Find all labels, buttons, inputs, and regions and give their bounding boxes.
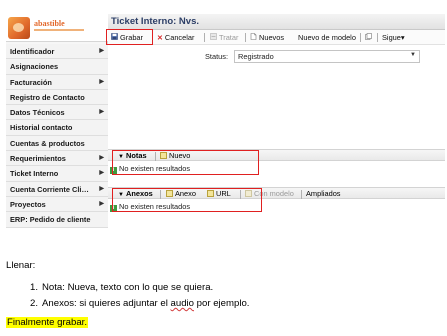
sidebar-item-erp-pedido-de-cliente[interactable]: ERP: Pedido de cliente (6, 212, 108, 228)
instruction-step: 1. Nota: Nueva, texto con lo que se quier… (30, 280, 249, 296)
sidebar-item-label: ERP: Pedido de cliente (10, 215, 91, 225)
sidebar: abastible Identificador ▶ Asignaciones Fact… (6, 14, 108, 228)
step-number: 2. (30, 298, 39, 309)
new-from-template-label: Nuevo de modelo (298, 33, 356, 42)
instructions-intro: Llenar: (6, 260, 36, 271)
instructions-list: 1. Nota: Nueva, texto con lo que se quier… (30, 280, 249, 312)
chevron-right-icon: ▶ (99, 78, 104, 85)
extended-button[interactable]: Ampliados (306, 189, 341, 198)
instruction-step: 2. Anexos: si quieres adjuntar el audio p… (30, 296, 249, 312)
toolbar-divider (377, 33, 378, 42)
sidebar-menu: Identificador ▶ Asignaciones Facturación ▶ Re… (6, 44, 108, 228)
process-label: Tratar (219, 33, 239, 42)
sidebar-item-registro-de-contacto[interactable]: Registro de Contacto (6, 89, 108, 106)
chevron-right-icon: ▶ (99, 155, 104, 162)
copy-button[interactable] (365, 31, 374, 44)
final-instruction: Finalmente grabar. (6, 317, 88, 328)
sidebar-item-label: Facturación (10, 77, 52, 87)
step-number: 1. (30, 282, 39, 293)
sidebar-item-cuenta-corriente-cli[interactable]: Cuenta Corriente Cli… ▶ (6, 181, 108, 197)
close-icon: ✕ (157, 35, 163, 42)
toolbar-divider (245, 33, 246, 42)
sidebar-item-ticket-interno[interactable]: Ticket Interno ▶ (6, 166, 108, 182)
logo-underline (34, 29, 84, 34)
main-panel: Ticket Interno: Nvs. Grabar ✕ Cancelar Tr… (106, 14, 445, 226)
sidebar-item-label: Identificador (10, 47, 55, 56)
sidebar-item-proyectos[interactable]: Proyectos ▶ (6, 196, 108, 213)
toolbar: Grabar ✕ Cancelar Tratar Nuevos Nuevo de … (108, 30, 445, 45)
sidebar-item-label: Registro de Contacto (10, 92, 85, 102)
page-title: Ticket Interno: Nvs. (111, 16, 199, 27)
sidebar-item-identificador[interactable]: Identificador ▶ (6, 44, 108, 60)
sidebar-item-requerimientos[interactable]: Requerimientos ▶ (6, 151, 108, 167)
cancel-label: Cancelar (164, 33, 195, 42)
sidebar-item-cuentas-productos[interactable]: Cuentas & productos (6, 135, 108, 152)
sidebar-item-label: Ticket Interno (10, 169, 59, 179)
extended-label: Ampliados (306, 189, 341, 198)
new-document-icon (250, 32, 257, 45)
step-text: Nota: Nueva, texto con lo que se quiera. (42, 282, 214, 293)
toolbar-divider (204, 33, 205, 42)
sidebar-item-label: Cuenta Corriente Cli… (10, 184, 89, 194)
sidebar-item-label: Proyectos (10, 199, 46, 209)
sidebar-item-label: Requerimientos (10, 154, 66, 164)
sidebar-item-label: Cuentas & productos (10, 138, 85, 148)
sidebar-item-label: Historial contacto (10, 123, 73, 133)
title-bar: Ticket Interno: Nvs. (108, 14, 445, 30)
notes-highlight-box (112, 150, 259, 175)
sidebar-item-datos-técnicos[interactable]: Datos Técnicos ▶ (6, 105, 108, 121)
next-label: Sigue▾ (382, 33, 405, 42)
sidebar-item-label: Asignaciones (10, 62, 59, 72)
chevron-right-icon: ▶ (99, 200, 104, 207)
cancel-button[interactable]: ✕ Cancelar (157, 31, 194, 44)
sidebar-item-asignaciones[interactable]: Asignaciones (6, 59, 108, 75)
chevron-down-icon: ▼ (410, 52, 416, 58)
section-divider (301, 190, 302, 199)
sidebar-item-facturación[interactable]: Facturación ▶ (6, 74, 108, 90)
chevron-right-icon: ▶ (99, 48, 104, 54)
step-text-pre: Anexos: si quieres adjuntar el (42, 298, 171, 309)
save-highlight-box (106, 29, 153, 45)
sidebar-item-historial-contacto[interactable]: Historial contacto (6, 120, 108, 136)
chevron-right-icon: ▶ (99, 109, 104, 116)
process-icon (210, 32, 217, 45)
status-select[interactable]: Registrado ▼ (234, 50, 420, 63)
copy-icon (365, 32, 372, 45)
status-row: Status: Registrado ▼ (108, 50, 445, 64)
status-label: Status: (205, 52, 229, 61)
status-value: Registrado (238, 52, 274, 61)
toolbar-divider (360, 33, 361, 42)
new-label: Nuevos (259, 33, 285, 42)
step-text-post: por ejemplo. (194, 298, 250, 309)
new-from-template-button[interactable]: Nuevo de modelo (298, 31, 356, 44)
logo: abastible (6, 14, 108, 42)
process-button[interactable]: Tratar (210, 31, 238, 44)
attachments-highlight-box (112, 188, 262, 212)
logo-text: abastible (34, 19, 65, 28)
chevron-right-icon: ▶ (99, 170, 104, 177)
sidebar-item-label: Datos Técnicos (10, 108, 65, 118)
next-menu-button[interactable]: Sigue▾ (382, 31, 405, 44)
logo-flame-icon (8, 17, 30, 39)
ticket-screenshot: abastible Identificador ▶ Asignaciones Fact… (0, 0, 447, 232)
new-button[interactable]: Nuevos (250, 31, 284, 44)
chevron-right-icon: ▶ (99, 185, 104, 192)
step-text-underlined: audio (170, 298, 195, 309)
